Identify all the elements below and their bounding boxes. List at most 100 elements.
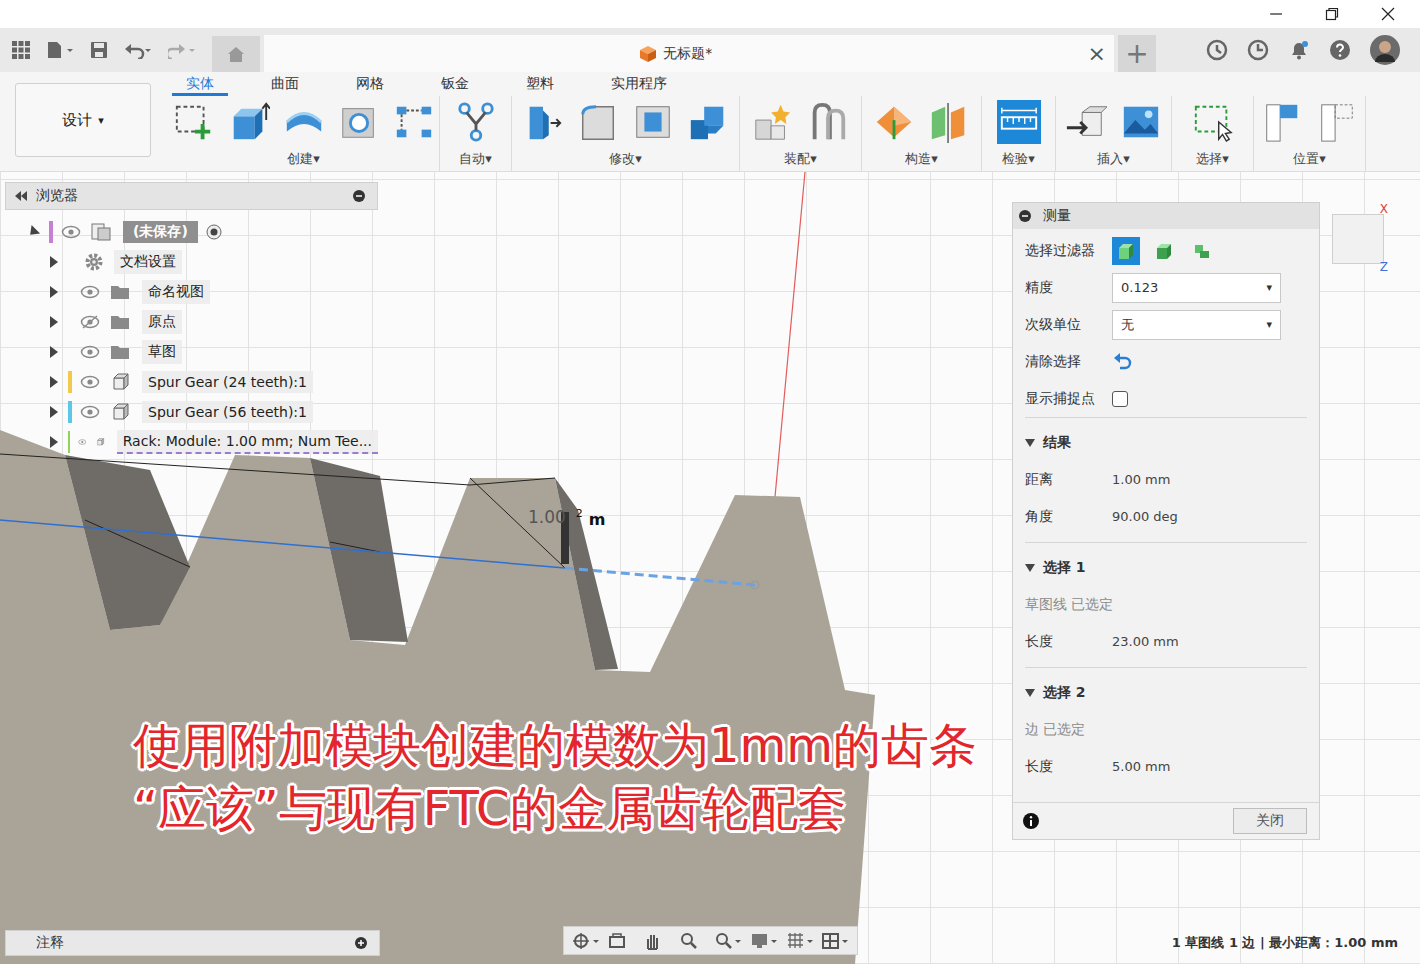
zoomwin-icon[interactable] (713, 931, 743, 951)
annotations-panel[interactable]: 注释 (5, 930, 380, 956)
tool-group-label[interactable]: 检验▾ (1002, 150, 1035, 168)
browser-item[interactable]: Spur Gear (56 teeth):1 (5, 397, 378, 427)
hole-icon[interactable] (337, 100, 381, 144)
rack-body[interactable] (0, 430, 875, 964)
eye-icon[interactable] (80, 345, 100, 359)
pan-icon[interactable] (642, 931, 672, 951)
filter-button[interactable] (1112, 237, 1140, 265)
browser-root[interactable]: (未保存) (5, 217, 378, 247)
orbit-icon[interactable] (571, 931, 601, 951)
ribbon-tab[interactable]: 实体 (172, 72, 228, 96)
insert-icon[interactable] (1064, 100, 1108, 144)
expand-toggle[interactable] (50, 376, 58, 388)
section-toggle[interactable] (1025, 689, 1035, 697)
view-cube[interactable]: X Z (1328, 202, 1388, 274)
browser-item[interactable]: Spur Gear (24 teeth):1 (5, 367, 378, 397)
ribbon-tab[interactable]: 曲面 (257, 72, 313, 96)
tool-group-label[interactable]: 位置▾ (1293, 150, 1326, 168)
ribbon-tab[interactable]: 网格 (342, 72, 398, 96)
job-status-icon[interactable] (1247, 39, 1269, 61)
expand-toggle[interactable] (50, 316, 58, 328)
select-icon[interactable] (1191, 100, 1235, 144)
clear-selection-icon[interactable] (1112, 352, 1132, 372)
expand-toggle[interactable] (50, 346, 58, 358)
expand-toggle[interactable] (50, 406, 58, 418)
eye-hidden-icon[interactable] (80, 315, 100, 329)
combine-icon[interactable] (686, 100, 730, 144)
pos1-icon[interactable] (1260, 100, 1304, 144)
pattern-icon[interactable] (392, 100, 436, 144)
plane-icon[interactable] (872, 100, 916, 144)
document-close-button[interactable]: × (1088, 43, 1114, 65)
eye-icon[interactable] (80, 405, 100, 419)
shell-icon[interactable] (631, 100, 675, 144)
tool-group-label[interactable]: 选择▾ (1196, 150, 1229, 168)
sketch-line[interactable] (0, 520, 565, 568)
ribbon-tab[interactable]: 塑料 (512, 72, 568, 96)
viewports-icon[interactable] (820, 931, 850, 951)
cube-face[interactable] (1332, 214, 1384, 264)
section-header[interactable]: 选择 2 (1025, 674, 1307, 711)
press-icon[interactable] (521, 100, 565, 144)
ribbon-tab[interactable]: 实用程序 (597, 72, 681, 96)
info-icon[interactable] (1023, 813, 1039, 829)
section-header[interactable]: 选择 1 (1025, 549, 1307, 586)
joint-icon[interactable] (806, 100, 850, 144)
section-header[interactable]: 结果 (1025, 424, 1307, 461)
eye-icon[interactable] (61, 225, 81, 239)
panel-minimize-icon[interactable] (353, 190, 365, 202)
section-toggle[interactable] (1025, 439, 1035, 447)
close-window-icon[interactable] (1380, 6, 1396, 22)
expand-toggle[interactable] (26, 225, 40, 239)
tool-group-label[interactable]: 构造▾ (905, 150, 938, 168)
file-icon[interactable] (46, 41, 74, 59)
help-icon[interactable] (1329, 39, 1351, 61)
setting-dropdown[interactable]: 0.123 ▾ (1112, 273, 1281, 303)
dialog-collapse-icon[interactable] (1019, 210, 1031, 222)
document-tab[interactable]: 无标题* × (264, 35, 1114, 72)
minimize-icon[interactable] (1268, 6, 1284, 22)
fillet-icon[interactable] (576, 100, 620, 144)
user-avatar-icon[interactable] (1370, 35, 1400, 65)
restore-icon[interactable] (1324, 6, 1340, 22)
expand-toggle[interactable] (50, 286, 58, 298)
section-toggle[interactable] (1025, 564, 1035, 572)
display-icon[interactable] (749, 931, 779, 951)
save-icon[interactable] (90, 41, 108, 59)
expand-toggle[interactable] (50, 256, 58, 268)
tool-group-label[interactable]: 装配▾ (784, 150, 817, 168)
ribbon-tab[interactable]: 钣金 (427, 72, 483, 96)
box-icon[interactable] (227, 100, 271, 144)
workspace-switcher[interactable]: 设计 ▾ (15, 83, 151, 157)
filter-button[interactable] (1150, 237, 1178, 265)
data-panel-icon[interactable] (12, 41, 30, 59)
zoom-icon[interactable] (678, 931, 708, 951)
browser-item[interactable]: Rack: Module: 1.00 mm; Num Tee... (5, 427, 378, 457)
image-icon[interactable] (1119, 100, 1163, 144)
browser-item[interactable]: 草图 (5, 337, 378, 367)
sketch-icon[interactable] (172, 100, 216, 144)
component-icon[interactable] (751, 100, 795, 144)
grid-icon[interactable] (785, 931, 815, 951)
eye-icon[interactable] (80, 285, 100, 299)
new-tab-button[interactable]: + (1118, 35, 1156, 72)
eye-icon[interactable] (80, 375, 100, 389)
filter-button[interactable] (1188, 237, 1216, 265)
panel-expand-icon[interactable] (355, 937, 367, 949)
axis-icon[interactable] (927, 100, 971, 144)
browser-item[interactable]: 文档设置 (5, 247, 378, 277)
home-button[interactable] (212, 36, 260, 72)
eye-icon[interactable] (78, 435, 87, 449)
revolve-icon[interactable] (282, 100, 326, 144)
pos2-icon[interactable] (1315, 100, 1359, 144)
tool-group-label[interactable]: 创建▾ (287, 150, 320, 168)
look-icon[interactable] (606, 931, 636, 951)
browser-item[interactable]: 原点 (5, 307, 378, 337)
notification-bell-icon[interactable] (1288, 39, 1310, 61)
browser-item[interactable]: 命名视图 (5, 277, 378, 307)
measure-icon[interactable] (997, 100, 1041, 144)
expand-toggle[interactable] (50, 436, 58, 448)
tool-group-label[interactable]: 自动▾ (459, 150, 492, 168)
setting-dropdown[interactable]: 无 ▾ (1112, 310, 1281, 340)
auto-icon[interactable] (454, 100, 498, 144)
